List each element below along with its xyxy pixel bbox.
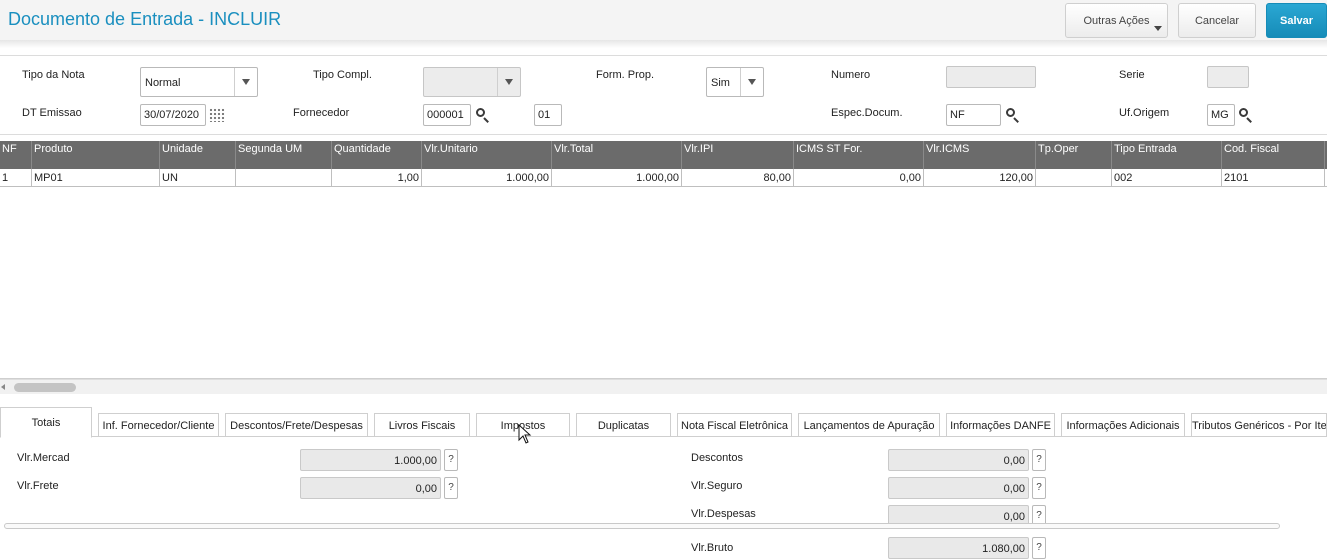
column-header[interactable]: Tipo Entrada <box>1112 141 1222 169</box>
column-header[interactable]: Unidade <box>160 141 236 169</box>
column-header[interactable]: Tp.Oper <box>1036 141 1112 169</box>
column-header[interactable]: Segunda UM <box>236 141 332 169</box>
chevron-down-icon <box>234 68 257 96</box>
uf-origem-input[interactable]: MG <box>1207 104 1235 126</box>
cell-vlr-unitario: 1.000,00 <box>422 169 552 187</box>
column-header[interactable]: Quantidade <box>332 141 422 169</box>
other-actions-button[interactable]: Outras Ações <box>1065 3 1168 38</box>
header-divider <box>0 40 1327 48</box>
form-prop-label: Form. Prop. <box>596 69 655 81</box>
cell-icms-st: 0,00 <box>794 169 924 187</box>
tab-descontos[interactable]: Descontos/Frete/Despesas <box>225 413 368 437</box>
header-form: Tipo da Nota Normal Tipo Compl. Form. Pr… <box>0 55 1327 135</box>
cell-unidade: UN <box>160 169 236 187</box>
mouse-cursor-icon <box>518 424 532 444</box>
espec-docum-input[interactable]: NF <box>946 104 1001 126</box>
vlr-seguro-field: 0,00 <box>888 477 1029 499</box>
horizontal-scrollbar[interactable] <box>0 379 1327 394</box>
vlr-frete-field: 0,00 <box>300 477 441 499</box>
scrollbar-thumb[interactable] <box>14 383 76 392</box>
cell-produto: MP01 <box>32 169 160 187</box>
scroll-left-icon[interactable] <box>1 384 5 390</box>
vlr-mercad-field: 1.000,00 <box>300 449 441 471</box>
items-grid: NF Produto Unidade Segunda UM Quantidade… <box>0 141 1327 379</box>
serie-input[interactable] <box>1207 66 1249 88</box>
tab-informacoes-adicionais[interactable]: Informações Adicionais <box>1061 413 1185 437</box>
table-row[interactable]: 1 MP01 UN 1,00 1.000,00 1.000,00 80,00 0… <box>0 169 1327 187</box>
vlr-bruto-label: Vlr.Bruto <box>691 542 734 554</box>
form-prop-select[interactable]: Sim <box>706 67 764 97</box>
vlr-bruto-field: 1.080,00 <box>888 537 1029 559</box>
search-icon[interactable] <box>476 108 490 123</box>
save-button[interactable]: Salvar <box>1266 3 1327 38</box>
dt-emissao-label: DT Emissao <box>22 107 82 119</box>
serie-label: Serie <box>1119 69 1145 81</box>
loja-input[interactable]: 01 <box>534 104 562 126</box>
tipo-nota-label: Tipo da Nota <box>22 69 85 81</box>
dt-emissao-input[interactable]: 30/07/2020 <box>140 104 206 126</box>
help-button[interactable]: ? <box>1032 477 1046 499</box>
help-button[interactable]: ? <box>444 477 458 499</box>
tab-danfe[interactable]: Informações DANFE <box>946 413 1055 437</box>
column-header[interactable]: Vlr.ICMS <box>924 141 1036 169</box>
calendar-icon[interactable] <box>209 108 225 122</box>
cell-tipo-entrada: 002 <box>1112 169 1222 187</box>
chevron-down-icon <box>740 68 763 96</box>
tipo-compl-select[interactable] <box>423 67 521 97</box>
vlr-seguro-label: Vlr.Seguro <box>691 480 743 492</box>
cell-segunda-um <box>236 169 332 187</box>
search-icon[interactable] <box>1239 108 1253 123</box>
espec-docum-label: Espec.Docum. <box>831 107 903 119</box>
descontos-label: Descontos <box>691 452 743 464</box>
cell-vlr-total: 1.000,00 <box>552 169 682 187</box>
tab-bar: Totais Inf. Fornecedor/Cliente Descontos… <box>0 407 1327 438</box>
form-prop-value: Sim <box>711 77 730 89</box>
tab-inf-fornecedor[interactable]: Inf. Fornecedor/Cliente <box>98 413 219 437</box>
divider <box>4 523 1280 529</box>
chevron-down-icon <box>1154 26 1162 31</box>
help-button[interactable]: ? <box>1032 449 1046 471</box>
cell-vlr-ipi: 80,00 <box>682 169 794 187</box>
cell-nf: 1 <box>0 169 32 187</box>
tab-duplicatas[interactable]: Duplicatas <box>576 413 671 437</box>
tipo-compl-label: Tipo Compl. <box>313 69 372 81</box>
column-header[interactable]: ICMS ST For. <box>794 141 924 169</box>
fornecedor-input[interactable]: 000001 <box>423 104 471 126</box>
header-bar: Documento de Entrada - INCLUIR Outras Aç… <box>0 0 1327 40</box>
chevron-down-icon <box>497 68 520 96</box>
column-header[interactable]: Vlr.IPI <box>682 141 794 169</box>
vlr-mercad-label: Vlr.Mercad <box>17 452 70 464</box>
tipo-nota-value: Normal <box>145 77 181 89</box>
vlr-frete-label: Vlr.Frete <box>17 480 59 492</box>
column-header[interactable]: Produto <box>32 141 160 169</box>
fornecedor-label: Fornecedor <box>293 107 350 119</box>
numero-label: Numero <box>831 69 871 81</box>
other-actions-label: Outras Ações <box>1083 14 1150 27</box>
document-entry-window: Documento de Entrada - INCLUIR Outras Aç… <box>0 0 1327 559</box>
descontos-field: 0,00 <box>888 449 1029 471</box>
grid-header: NF Produto Unidade Segunda UM Quantidade… <box>0 141 1327 169</box>
tipo-nota-select[interactable]: Normal <box>140 67 258 97</box>
cell-quantidade: 1,00 <box>332 169 422 187</box>
column-header[interactable]: Cod. Fiscal <box>1222 141 1325 169</box>
tab-livros-fiscais[interactable]: Livros Fiscais <box>374 413 470 437</box>
vlr-despesas-label: Vlr.Despesas <box>691 508 756 520</box>
tab-lancamentos[interactable]: Lançamentos de Apuração <box>798 413 940 437</box>
page-title: Documento de Entrada - INCLUIR <box>8 9 282 29</box>
search-icon[interactable] <box>1006 108 1020 123</box>
cancel-button[interactable]: Cancelar <box>1178 3 1256 38</box>
cell-cod-fiscal: 2101 <box>1222 169 1325 187</box>
column-header[interactable]: NF <box>0 141 32 169</box>
tab-totais[interactable]: Totais <box>0 407 92 438</box>
numero-input[interactable] <box>946 66 1036 88</box>
uf-origem-label: Uf.Origem <box>1119 107 1170 119</box>
cell-tp-oper <box>1036 169 1112 187</box>
cell-vlr-icms: 120,00 <box>924 169 1036 187</box>
column-header[interactable]: Vlr.Total <box>552 141 682 169</box>
help-button[interactable]: ? <box>444 449 458 471</box>
column-header[interactable]: Vlr.Unitario <box>422 141 552 169</box>
help-button[interactable]: ? <box>1032 537 1046 559</box>
tab-nfe[interactable]: Nota Fiscal Eletrônica <box>677 413 792 437</box>
tab-tributos-genericos[interactable]: Tributos Genéricos - Por Ite <box>1191 413 1327 437</box>
